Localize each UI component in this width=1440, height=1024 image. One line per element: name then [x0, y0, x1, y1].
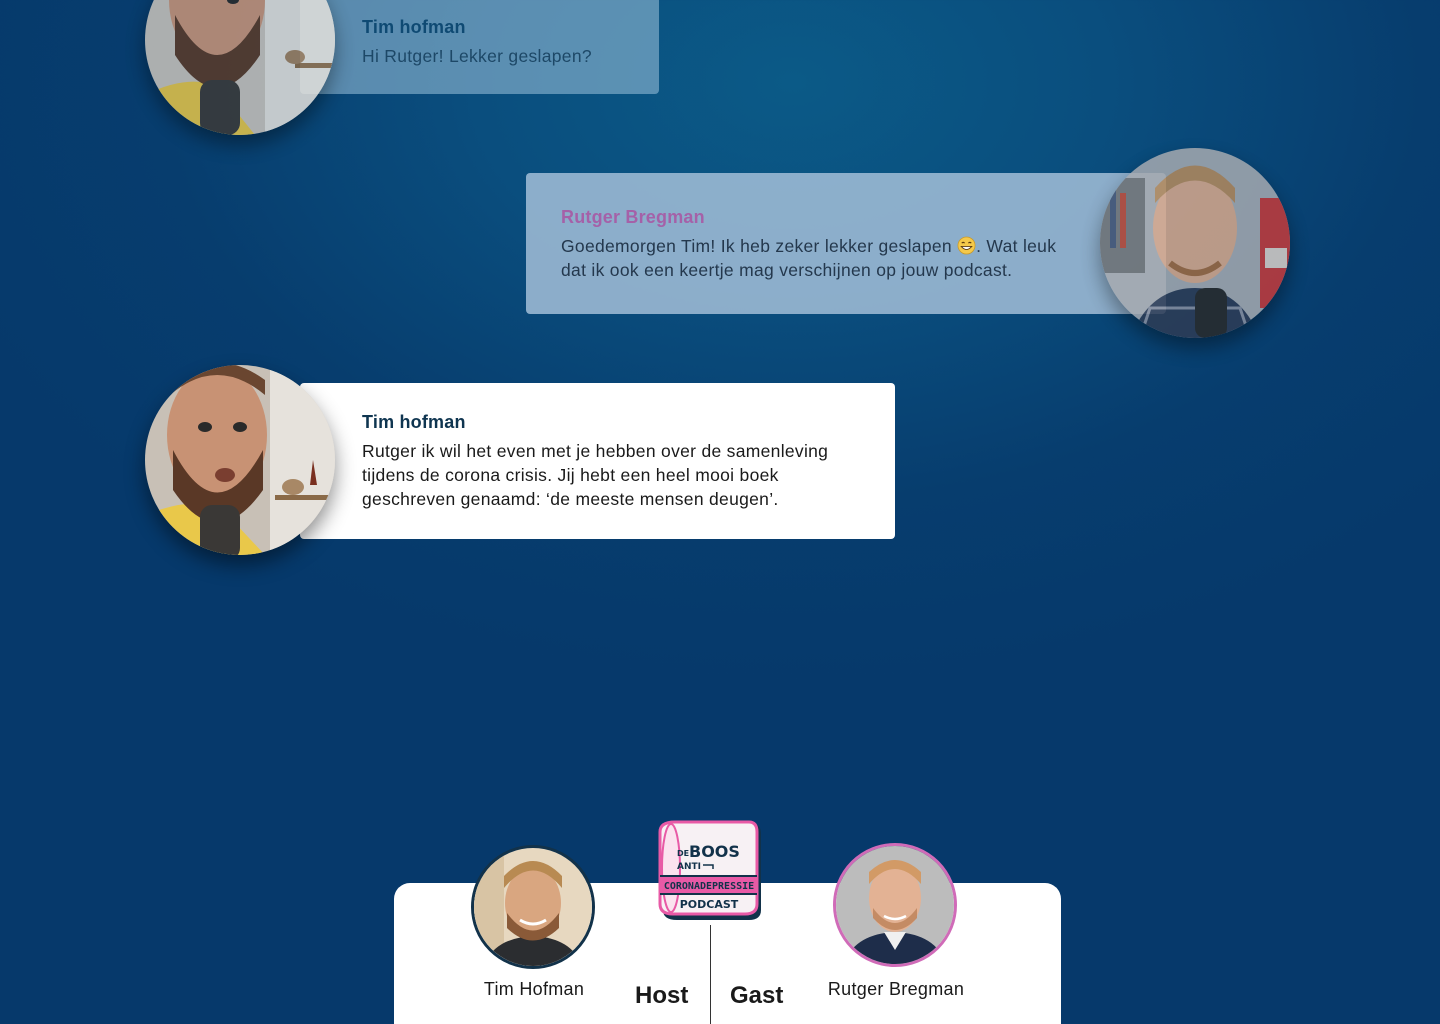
host-label: Host — [635, 982, 689, 1009]
chat-message-tim-1: Tim hofman Hi Rutger! Lekker geslapen? — [300, 0, 659, 94]
logo-text-coronadepressie: CORONADEPRESSIE — [664, 881, 754, 892]
host-name: Tim Hofman — [483, 979, 585, 999]
host-photo — [471, 845, 595, 969]
chat-message-rutger: Rutger Bregman Goedemorgen Tim! Ik heb z… — [526, 173, 1166, 314]
chat-message-tim-2: Tim hofman Rutger ik wil het even met je… — [300, 383, 895, 539]
guest-label: Gast — [730, 982, 784, 1009]
message-author: Tim hofman — [362, 17, 466, 37]
logo-text-boos: BOOS — [689, 842, 740, 861]
message-author: Tim hofman — [362, 412, 466, 432]
logo-text-de: DE — [677, 849, 689, 858]
message-author: Rutger Bregman — [561, 207, 705, 227]
rutger-avatar — [1100, 148, 1290, 338]
message-text: Goedemorgen Tim! Ik heb zeker lekker ges… — [561, 234, 1076, 282]
guest-photo — [833, 843, 957, 967]
grinning-face-emoji-icon — [957, 236, 976, 255]
logo-text-podcast: PODCAST — [680, 898, 739, 911]
guest-name: Rutger Bregman — [827, 979, 965, 999]
podcast-logo: DE BOOS ANTI CORONADEPRESSIE PODCAST — [658, 820, 761, 920]
card-divider — [710, 925, 711, 1024]
logo-text-anti: ANTI — [677, 862, 701, 872]
message-text: Rutger ik wil het even met je hebben ove… — [362, 441, 829, 509]
message-text: Hi Rutger! Lekker geslapen? — [362, 46, 592, 66]
message-text-part: Goedemorgen Tim! Ik heb zeker lekker ges… — [561, 236, 958, 256]
tim-avatar — [145, 365, 335, 555]
tim-avatar — [145, 0, 335, 135]
